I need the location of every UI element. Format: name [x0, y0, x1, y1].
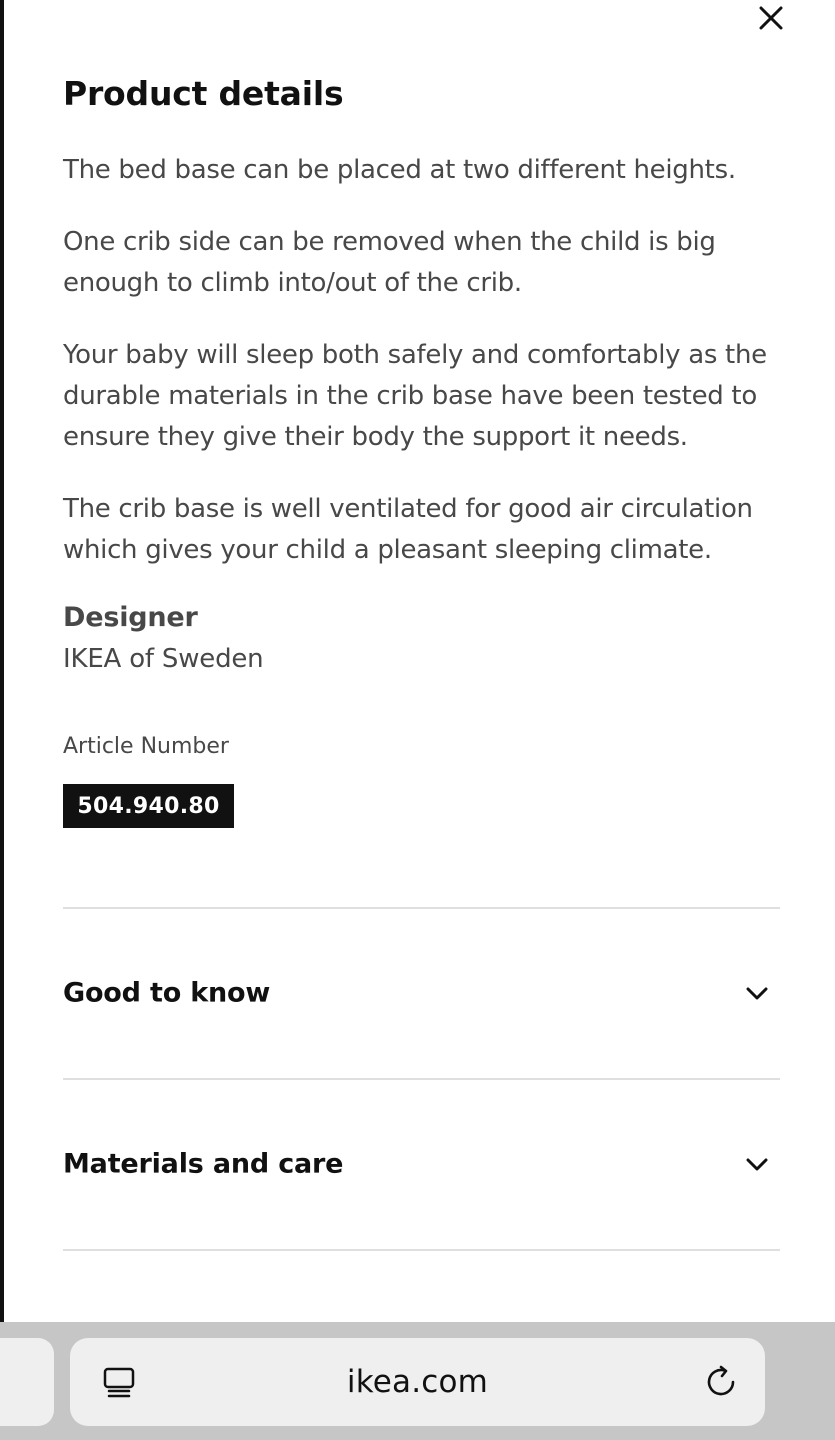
- previous-tab[interactable]: [0, 1338, 54, 1426]
- chevron-down-icon: [746, 987, 768, 1000]
- accordion-label: Good to know: [63, 977, 271, 1009]
- address-bar[interactable]: ikea.com: [70, 1338, 765, 1426]
- reload-icon[interactable]: [703, 1364, 739, 1400]
- divider: [63, 1249, 780, 1251]
- product-details-panel: Product details The bed base can be plac…: [4, 0, 835, 1322]
- close-button[interactable]: [748, 0, 794, 36]
- chevron-down-icon: [746, 1158, 768, 1171]
- accordion-materials-and-care[interactable]: Materials and care: [63, 1079, 780, 1249]
- close-icon: [759, 6, 783, 30]
- panel-title: Product details: [63, 74, 344, 113]
- article-number-label: Article Number: [63, 734, 229, 759]
- detail-paragraph: The crib base is well ventilated for goo…: [63, 494, 753, 565]
- accordion-good-to-know[interactable]: Good to know: [63, 908, 780, 1078]
- detail-paragraph: The bed base can be placed at two differ…: [63, 155, 736, 185]
- article-number-badge: 504.940.80: [63, 784, 234, 828]
- url-text[interactable]: ikea.com: [70, 1364, 765, 1400]
- accordion-label: Materials and care: [63, 1148, 344, 1180]
- designer-label: Designer: [63, 602, 198, 633]
- detail-paragraph: One crib side can be removed when the ch…: [63, 227, 716, 298]
- designer-value: IKEA of Sweden: [63, 644, 264, 674]
- browser-bottom-bar: ikea.com: [0, 1322, 835, 1440]
- detail-paragraph: Your baby will sleep both safely and com…: [63, 340, 767, 452]
